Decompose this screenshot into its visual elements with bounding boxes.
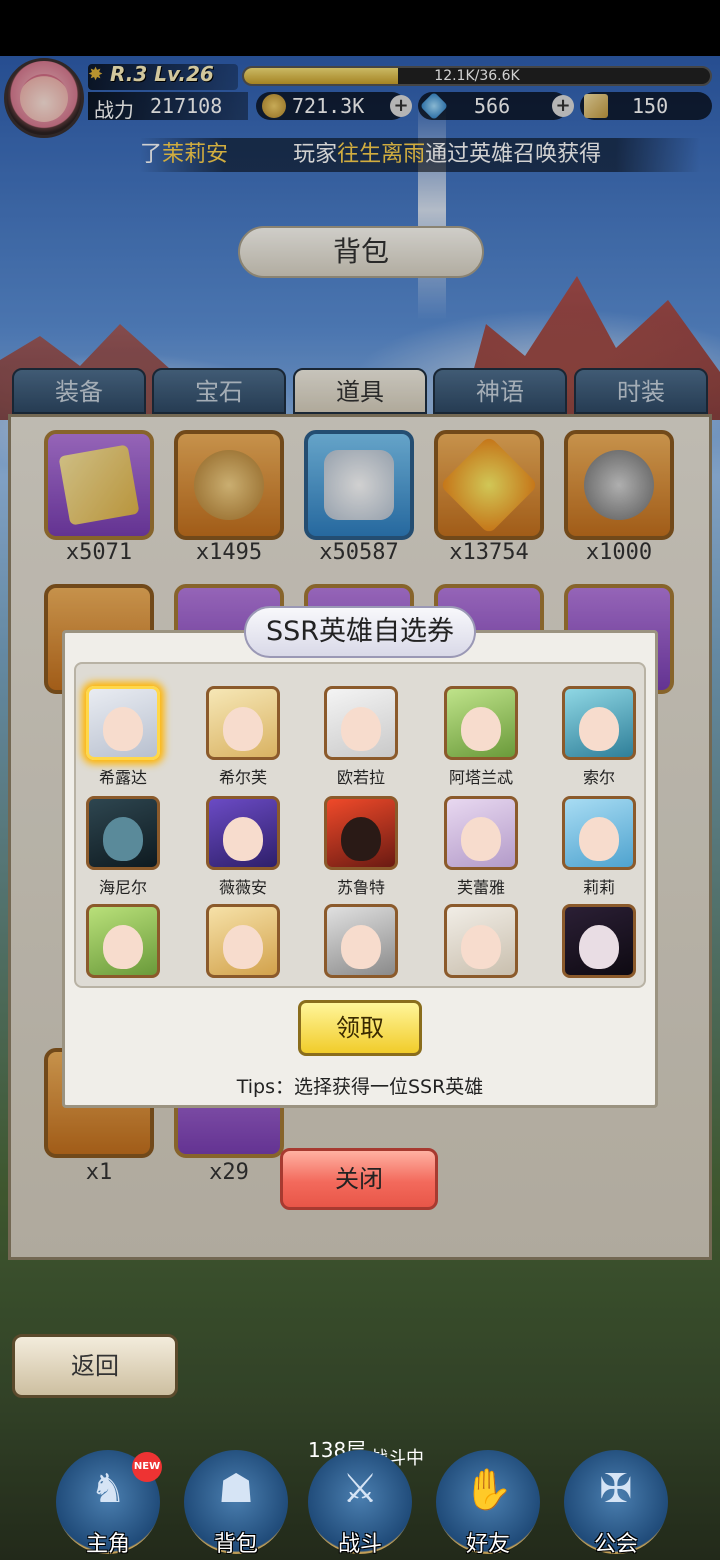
hero-card[interactable]: [562, 686, 636, 760]
hero-card[interactable]: [444, 796, 518, 870]
hero-card[interactable]: [444, 904, 518, 978]
hero-card[interactable]: [324, 904, 398, 978]
hero-name: 薇薇安: [218, 878, 267, 897]
hero-card[interactable]: [206, 904, 280, 978]
hero-name: 希露达: [98, 768, 147, 787]
hero-portrait: [223, 817, 263, 861]
hero-name: 希尔芙: [218, 768, 267, 787]
hero-card[interactable]: [206, 686, 280, 760]
hero-card[interactable]: [206, 796, 280, 870]
hero-card[interactable]: [562, 904, 636, 978]
nav-label: 公会: [593, 1532, 638, 1557]
hero-portrait: [579, 925, 619, 969]
hero-name: 阿塔兰忒: [448, 768, 513, 787]
hero-name: 芙蕾雅: [456, 878, 505, 897]
hero-portrait: [223, 925, 263, 969]
guild-crest-icon: ✠: [599, 1466, 633, 1512]
modal-title: SSR英雄自选券: [244, 606, 476, 658]
hero-portrait: [223, 707, 263, 751]
modal-tips: Tips：选择获得一位SSR英雄: [236, 1076, 484, 1098]
hero-name: 莉莉: [582, 878, 615, 897]
crossed-swords-icon: ⚔: [342, 1466, 378, 1512]
nav-label: 好友: [465, 1532, 510, 1557]
hero-name: 欧若拉: [336, 768, 385, 787]
hero-grid: 希露达 希尔芙 欧若拉 阿塔兰忒 索尔 海尼尔 薇薇安 苏鲁特 芙蕾雅 莉莉: [74, 662, 646, 988]
hero-portrait: [461, 817, 501, 861]
handshake-icon: ✋: [463, 1467, 513, 1513]
hero-card[interactable]: [86, 904, 160, 978]
hero-portrait: [579, 707, 619, 751]
nav-label: 背包: [213, 1532, 258, 1557]
hero-name: 海尼尔: [98, 878, 147, 897]
hero-portrait: [103, 925, 143, 969]
claim-button[interactable]: 领取: [298, 1000, 422, 1056]
new-badge: NEW: [132, 1452, 162, 1482]
hero-portrait: [461, 707, 501, 751]
close-button[interactable]: 关闭: [280, 1148, 438, 1210]
nav-label: 主角: [85, 1532, 130, 1557]
hero-card[interactable]: [444, 686, 518, 760]
hero-card[interactable]: [324, 796, 398, 870]
hero-card[interactable]: [562, 796, 636, 870]
hero-name: 苏鲁特: [336, 878, 385, 897]
hero-portrait: [103, 817, 143, 861]
hero-card[interactable]: [324, 686, 398, 760]
back-button[interactable]: 返回: [12, 1334, 178, 1398]
backpack-icon: ☗: [218, 1466, 254, 1512]
hero-portrait: [341, 817, 381, 861]
hero-portrait: [579, 817, 619, 861]
hero-portrait: [341, 925, 381, 969]
hero-portrait: [461, 925, 501, 969]
hero-name: 索尔: [582, 768, 615, 787]
nav-label: 战斗: [337, 1532, 382, 1557]
hero-card[interactable]: [86, 796, 160, 870]
hero-portrait: [103, 707, 143, 751]
hero-card-selected[interactable]: [86, 686, 160, 760]
hero-portrait: [341, 707, 381, 751]
